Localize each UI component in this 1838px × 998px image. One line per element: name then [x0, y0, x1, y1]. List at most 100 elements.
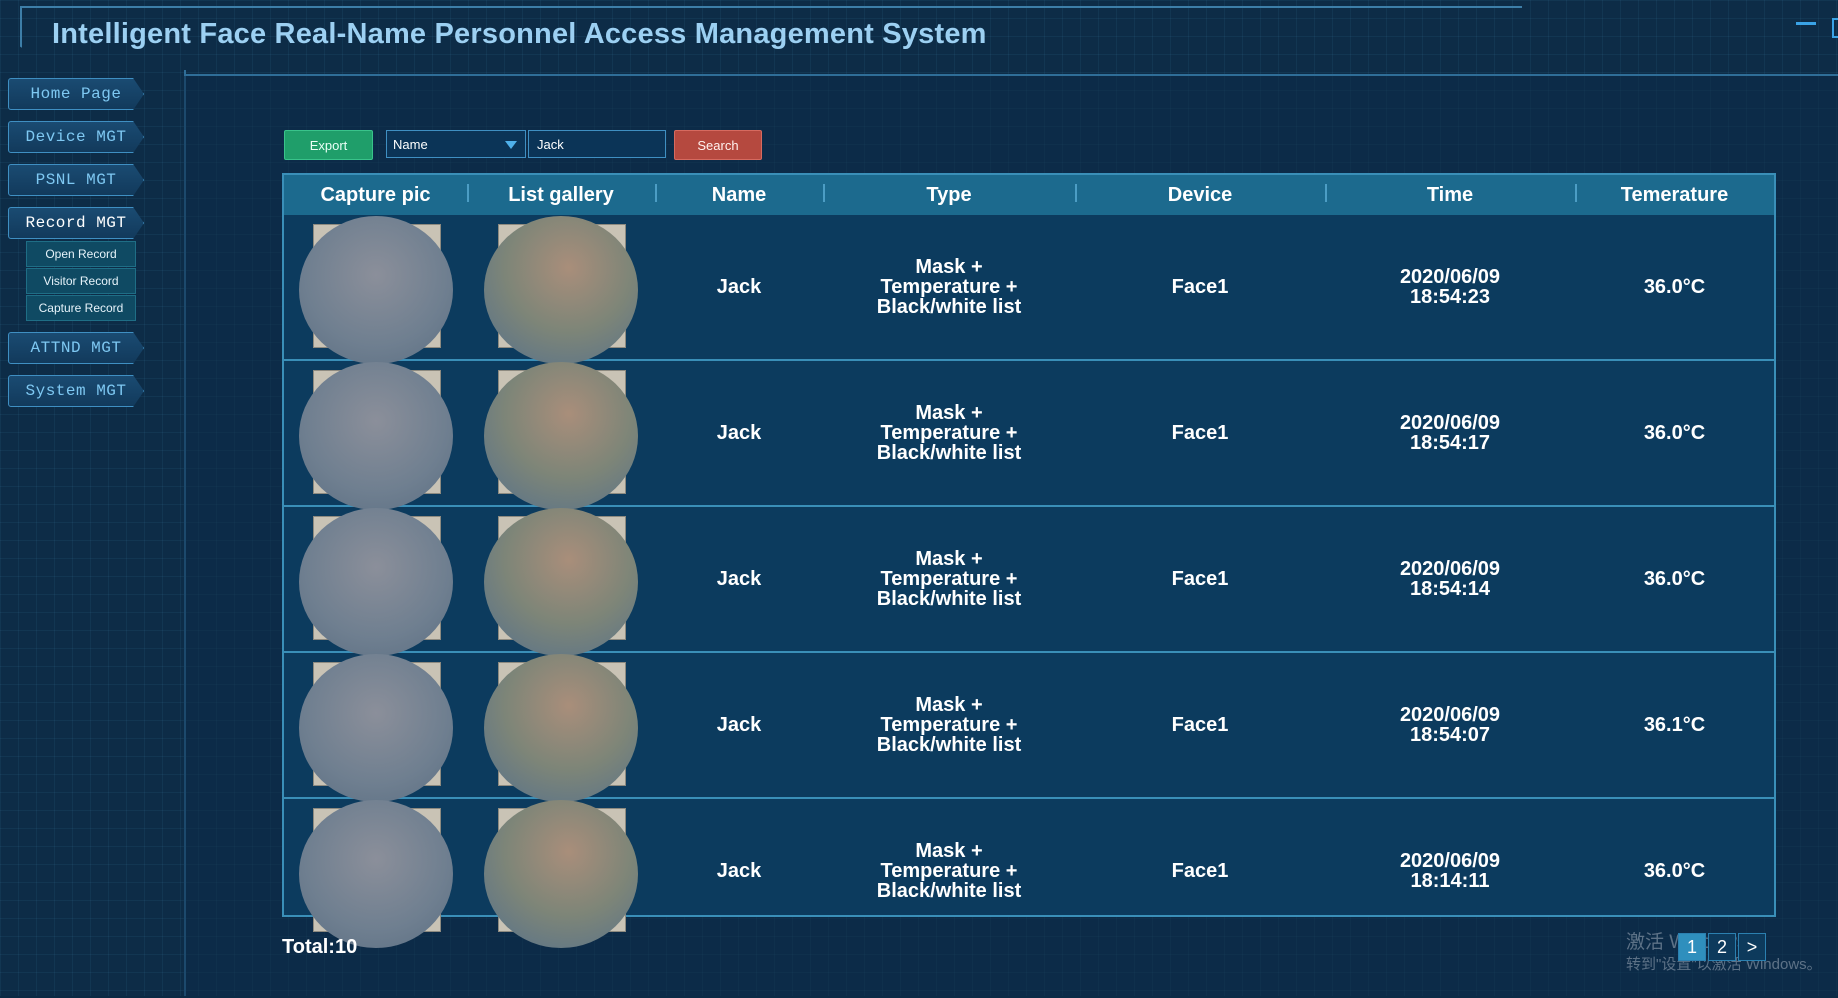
- sidebar-subitem-visitor-record[interactable]: Visitor Record: [26, 268, 136, 294]
- page-button-2[interactable]: 2: [1708, 933, 1736, 961]
- table-header-row: Capture pic List gallery Name Type Devic…: [284, 175, 1774, 215]
- type-line: Mask +: [915, 548, 983, 570]
- sidebar-subitem-open-record[interactable]: Open Record: [26, 241, 136, 267]
- column-header-device: Device: [1075, 175, 1325, 215]
- type-cell: Mask + Temperature + Black/white list: [823, 360, 1075, 507]
- table-row: Jack Mask + Temperature + Black/white li…: [284, 798, 1774, 948]
- blurred-face-image: [484, 362, 638, 510]
- time-clock: 18:54:23: [1409, 286, 1491, 308]
- capture-photo[interactable]: [298, 216, 453, 364]
- temperature-cell: 36.0°C: [1575, 360, 1774, 507]
- list-gallery-cell: [467, 506, 655, 656]
- type-line: Mask +: [915, 694, 983, 716]
- time-cell: 2020/06/09 18:14:11: [1325, 798, 1575, 943]
- type-line: Temperature +: [880, 860, 1018, 882]
- sidebar: Home Page Device MGT PSNL MGT Record MGT…: [0, 70, 180, 996]
- device-cell: Face1: [1075, 506, 1325, 653]
- blurred-face-image: [484, 216, 638, 364]
- maximize-icon[interactable]: [1832, 18, 1838, 38]
- minimize-icon[interactable]: [1796, 22, 1816, 25]
- type-cell: Mask + Temperature + Black/white list: [823, 506, 1075, 653]
- device-cell: Face1: [1075, 360, 1325, 507]
- blurred-face-image: [298, 654, 453, 802]
- blurred-face-image: [298, 508, 453, 656]
- sidebar-item-device[interactable]: Device MGT: [8, 121, 144, 153]
- capture-pic-cell: [284, 798, 467, 948]
- capture-photo[interactable]: [298, 508, 453, 656]
- next-page-icon[interactable]: >: [1738, 933, 1766, 961]
- sidebar-item-attendance[interactable]: ATTND MGT: [8, 332, 144, 364]
- type-cell: Mask + Temperature + Black/white list: [823, 652, 1075, 799]
- device-cell: Face1: [1171, 860, 1229, 882]
- type-line: Black/white list: [876, 588, 1022, 610]
- sidebar-item-record[interactable]: Record MGT: [8, 207, 144, 239]
- column-header-name: Name: [655, 175, 823, 215]
- total-count: Total:10: [282, 936, 358, 958]
- temperature-cell: 36.0°C: [1575, 506, 1774, 653]
- page-button-1[interactable]: 1: [1678, 933, 1706, 961]
- type-line: Temperature +: [880, 568, 1018, 590]
- list-gallery-cell: [467, 652, 655, 802]
- search-input[interactable]: [528, 130, 666, 158]
- column-header-list-gallery: List gallery: [467, 175, 655, 215]
- capture-pic-cell: [284, 506, 467, 656]
- column-header-capture-pic: Capture pic: [284, 175, 467, 215]
- capture-photo[interactable]: [298, 800, 453, 948]
- temperature-cell: 36.1°C: [1575, 652, 1774, 799]
- column-header-temperature: Temerature: [1575, 175, 1774, 215]
- search-field-select[interactable]: Name: [386, 130, 526, 158]
- name-cell: Jack: [655, 360, 823, 507]
- time-date: 2020/06/09: [1399, 558, 1501, 580]
- table-row: Jack Mask + Temperature + Black/white li…: [284, 360, 1774, 510]
- gallery-photo[interactable]: [484, 800, 638, 948]
- temperature-cell: 36.0°C: [1643, 860, 1706, 882]
- table-row: Jack Mask + Temperature + Black/white li…: [284, 652, 1774, 802]
- gallery-photo[interactable]: [484, 362, 638, 510]
- blurred-face-image: [484, 508, 638, 656]
- sidebar-item-system[interactable]: System MGT: [8, 375, 144, 407]
- capture-record-table: Capture pic List gallery Name Type Devic…: [282, 173, 1776, 948]
- type-line: Temperature +: [880, 422, 1018, 444]
- table-row: Jack Mask + Temperature + Black/white li…: [284, 215, 1774, 364]
- gallery-photo[interactable]: [484, 216, 638, 364]
- blurred-face-image: [484, 800, 638, 948]
- list-gallery-cell: [467, 798, 655, 948]
- type-line: Mask +: [915, 256, 983, 278]
- gallery-photo[interactable]: [484, 654, 638, 802]
- column-header-type: Type: [823, 175, 1075, 215]
- device-cell: Face1: [1075, 215, 1325, 361]
- sidebar-item-home[interactable]: Home Page: [8, 78, 144, 110]
- list-gallery-cell: [467, 215, 655, 364]
- name-cell: Jack: [655, 506, 823, 653]
- time-cell: 2020/06/09 18:54:14: [1325, 506, 1575, 653]
- page-title: Intelligent Face Real-Name Personnel Acc…: [52, 18, 987, 50]
- device-cell: Face1: [1075, 652, 1325, 799]
- column-header-time: Time: [1325, 175, 1575, 215]
- name-cell: Jack: [716, 860, 762, 882]
- type-line: Black/white list: [876, 880, 1022, 902]
- type-line: Temperature +: [880, 276, 1018, 298]
- search-field-select-value: Name: [393, 136, 428, 152]
- time-clock: 18:54:17: [1409, 432, 1491, 454]
- gallery-photo[interactable]: [484, 508, 638, 656]
- time-cell: 2020/06/09 18:54:23: [1325, 215, 1575, 361]
- chevron-down-icon[interactable]: [505, 141, 517, 149]
- time-date: 2020/06/09: [1399, 266, 1501, 288]
- type-cell: Mask + Temperature + Black/white list: [823, 215, 1075, 361]
- time-cell: 2020/06/09 18:54:17: [1325, 360, 1575, 507]
- table-row: Jack Mask + Temperature + Black/white li…: [284, 506, 1774, 656]
- time-clock: 18:54:14: [1409, 578, 1491, 600]
- blurred-face-image: [298, 800, 453, 948]
- capture-photo[interactable]: [298, 654, 453, 802]
- type-line: Black/white list: [876, 296, 1022, 318]
- sidebar-item-personnel[interactable]: PSNL MGT: [8, 164, 144, 196]
- type-line: Mask +: [915, 402, 983, 424]
- list-gallery-cell: [467, 360, 655, 510]
- capture-photo[interactable]: [298, 362, 453, 510]
- export-button[interactable]: Export: [284, 130, 373, 160]
- time-date: 2020/06/09: [1399, 704, 1501, 726]
- sidebar-subitem-capture-record[interactable]: Capture Record: [26, 295, 136, 321]
- search-button[interactable]: Search: [674, 130, 762, 160]
- type-line: Black/white list: [876, 442, 1022, 464]
- name-cell: Jack: [655, 652, 823, 799]
